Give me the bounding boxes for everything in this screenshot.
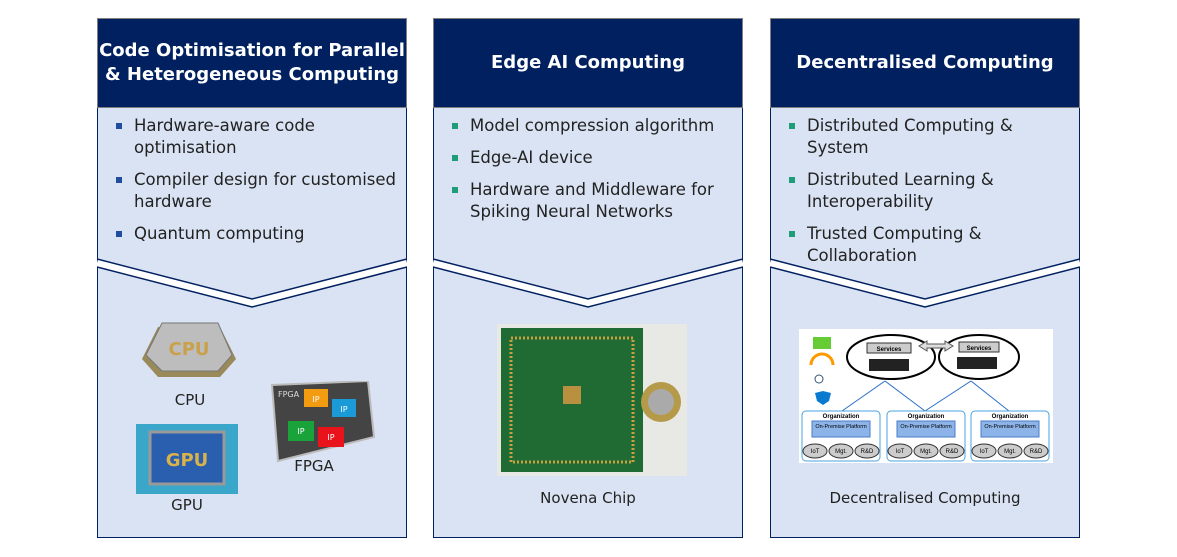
decentralised-caption: Decentralised Computing — [829, 489, 1021, 507]
node-label: Mgt. — [835, 449, 847, 455]
svg-text:IP: IP — [297, 427, 304, 436]
list-item: Compiler design for customised hardware — [116, 169, 398, 213]
fpga-caption: FPGA — [294, 457, 334, 475]
svg-text:IP: IP — [340, 405, 347, 414]
node-label: R&D — [1030, 449, 1043, 455]
chevron-divider — [433, 258, 743, 308]
novena-chip-image — [497, 324, 687, 476]
svg-text:Services: Services — [967, 346, 992, 352]
node-label: IoT — [811, 449, 820, 455]
node-label: Mgt. — [920, 449, 932, 455]
list-item: Edge-AI device — [452, 147, 734, 169]
list-item: Hardware-aware code optimisation — [116, 115, 398, 159]
list-item: Model compression algorithm — [452, 115, 734, 137]
decentralised-diagram: Services Services Organization On-Premise… — [799, 329, 1053, 463]
organization-label: Organization — [823, 414, 860, 420]
list-item: Hardware and Middleware for Spiking Neur… — [452, 179, 734, 223]
monitor-icon — [813, 337, 831, 349]
cloud-icon — [846, 334, 936, 380]
panel-decentralised: Decentralised Computing Distributed Comp… — [770, 18, 1080, 538]
chevron-divider — [770, 258, 1080, 308]
list-item: Quantum computing — [116, 223, 398, 245]
cpu-chip-image: CPU — [142, 322, 236, 377]
list-item: Distributed Learning & Interoperability — [789, 169, 1071, 213]
panel-edge-ai: Edge AI Computing Model compression algo… — [433, 18, 743, 538]
platform-label: On-Premise Platform — [900, 424, 952, 430]
node-label: IoT — [896, 449, 905, 455]
node-label: R&D — [861, 449, 874, 455]
panel-title: Decentralised Computing — [770, 18, 1080, 108]
node-label: R&D — [946, 449, 959, 455]
chevron-divider — [97, 258, 407, 308]
gpu-chip-image: GPU — [136, 424, 238, 494]
bullet-list: Model compression algorithm Edge-AI devi… — [452, 115, 734, 233]
platform-label: On-Premise Platform — [984, 424, 1036, 430]
platform-label: On-Premise Platform — [815, 424, 867, 430]
node-label: IoT — [980, 449, 989, 455]
svg-text:IP: IP — [312, 395, 319, 404]
fpga-chip-image: FPGA IP IP IP IP — [270, 381, 376, 463]
svg-text:CPU: CPU — [168, 339, 209, 360]
cpu-caption: CPU — [174, 391, 206, 409]
panel-title: Code Optimisation for Parallel & Heterog… — [97, 18, 407, 108]
svg-text:IP: IP — [327, 433, 334, 442]
organization-label: Organization — [992, 414, 1029, 420]
svg-text:FPGA: FPGA — [278, 390, 300, 399]
bullet-list: Distributed Computing & System Distribut… — [789, 115, 1071, 277]
novena-chip-caption: Novena Chip — [540, 489, 636, 507]
organization-label: Organization — [908, 414, 945, 420]
gpu-caption: GPU — [171, 496, 203, 514]
panel-title: Edge AI Computing — [433, 18, 743, 108]
list-item: Distributed Computing & System — [789, 115, 1071, 159]
svg-text:Services: Services — [877, 347, 902, 353]
node-label: Mgt. — [1004, 449, 1016, 455]
panel-code-optimisation: Code Optimisation for Parallel & Heterog… — [97, 18, 407, 538]
bullet-list: Hardware-aware code optimisation Compile… — [116, 115, 398, 255]
svg-text:GPU: GPU — [166, 450, 209, 471]
